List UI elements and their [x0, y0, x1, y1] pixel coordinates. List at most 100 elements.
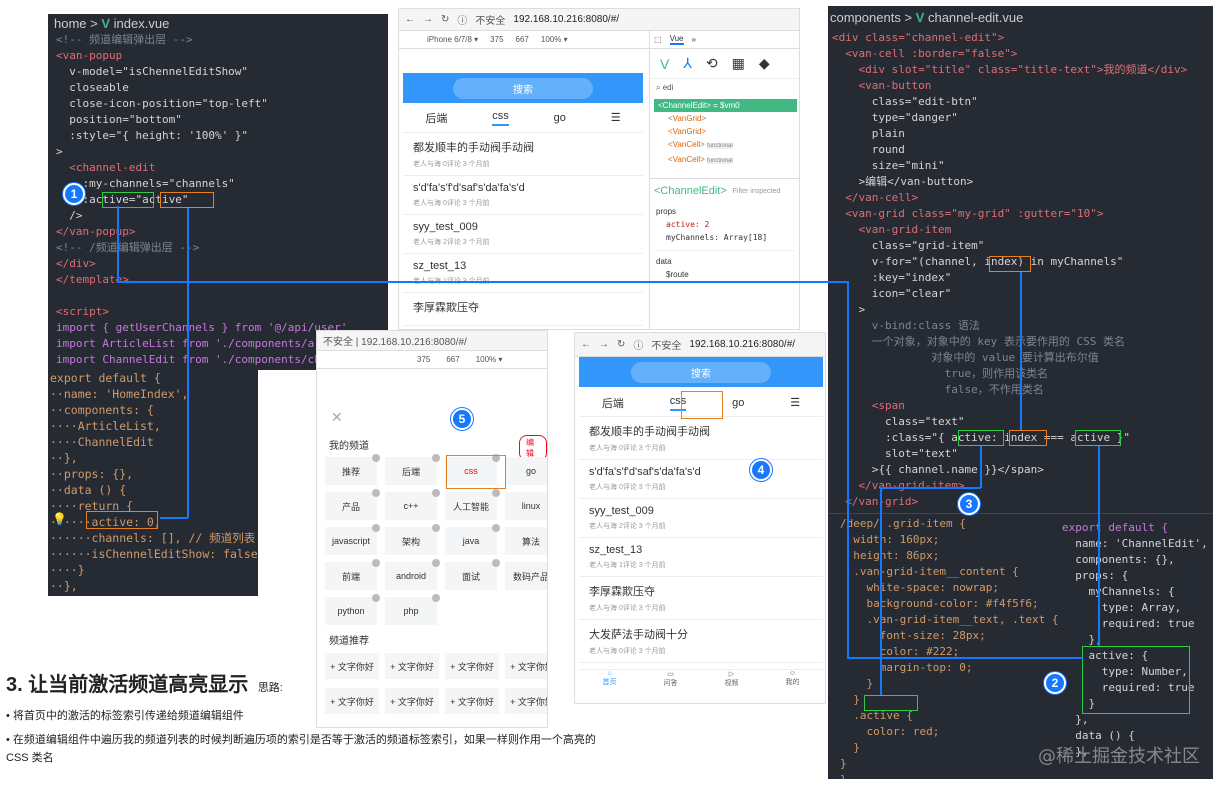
connector — [1020, 272, 1022, 430]
home-browser: ← → ↻ ⓘ 不安全 192.168.10.216:8080/#/ 搜索 后端… — [574, 332, 826, 704]
channel-item[interactable]: javascript — [325, 524, 380, 555]
channel-item[interactable]: c++ — [385, 489, 440, 520]
inspect-icon[interactable]: ⬚ — [654, 35, 662, 44]
zoom-select[interactable]: 100% ▾ — [541, 35, 568, 44]
article-meta: 老人与海 0评论 3 个月前 — [589, 484, 666, 491]
channel-item[interactable]: 产品 — [325, 489, 380, 520]
highlight-active-value — [160, 192, 214, 208]
code-line: class="text" — [832, 415, 965, 428]
inspector-header: <ChannelEdit> Filter inspected — [650, 178, 799, 203]
code-line: <van-grid-item — [832, 223, 952, 236]
router-icon[interactable]: ◆ — [759, 55, 770, 72]
tree-item[interactable]: <VanGrid> — [654, 112, 797, 125]
connector — [160, 517, 188, 519]
code-line: position="bottom" — [56, 113, 182, 126]
vuex-icon[interactable]: ▦ — [732, 55, 745, 72]
reload-icon[interactable]: ↻ — [441, 14, 449, 25]
popup-device-toolbar: 375 667 100% ▾ — [317, 351, 547, 369]
notes: 3. 让当前激活频道高亮显示 思路: • 将首页中的激活的标签索引传递给频道编辑… — [6, 668, 626, 767]
article-item[interactable]: syy_test_009 老人与海 2评论 3 个月前 — [579, 499, 823, 538]
tabbar-video[interactable]: ▷ 视频 — [725, 670, 739, 703]
tab-go[interactable]: go — [732, 397, 744, 409]
tree-item[interactable]: <VanCell> functional — [654, 153, 797, 168]
channel-item[interactable]: 面试 — [445, 559, 500, 590]
code-line: size="mini" — [832, 159, 945, 172]
channel-item[interactable]: 数码产品 — [505, 562, 547, 590]
tab-backend[interactable]: 后端 — [425, 110, 447, 126]
code-line: width: 160px; — [840, 533, 940, 546]
device-select[interactable]: iPhone 6/7/8 ▾ — [427, 35, 478, 44]
search-bar[interactable]: 搜索 — [579, 357, 823, 387]
article-item[interactable]: s'd'fa's'f'd'saf's'da'fa's'd 老人与海 0评论 3 个… — [579, 460, 823, 499]
article-item[interactable]: 都发顺丰的手动阀手动阀 老人与海 0评论 3 个月前 — [579, 417, 823, 460]
tree-selected[interactable]: <ChannelEdit> = $vm0 — [654, 99, 797, 112]
breadcrumb-file[interactable]: index.vue — [114, 16, 170, 31]
my-channels-title: 我的频道 — [329, 441, 369, 452]
tab-vue[interactable]: Vue — [669, 34, 684, 45]
channel-item[interactable]: 前端 — [325, 559, 380, 590]
tree-item[interactable]: <VanCell> functional — [654, 138, 797, 153]
code-line: <div slot="title" class="title-text">我的频… — [832, 63, 1188, 76]
popup-close-icon[interactable]: ✕ — [331, 409, 343, 426]
connector — [880, 487, 882, 695]
component-filter[interactable]: ⌕ edi — [650, 79, 799, 97]
lightbulb-icon[interactable]: 💡 — [52, 512, 67, 526]
channel-item[interactable]: 推荐 — [325, 454, 380, 485]
channel-item[interactable]: android — [385, 559, 440, 590]
channel-item[interactable]: 人工智能 — [445, 489, 500, 520]
tab-backend[interactable]: 后端 — [602, 395, 624, 411]
code-line: /> — [56, 209, 83, 222]
article-meta: 老人与海 2评论 3 个月前 — [589, 523, 666, 530]
left-script-editor: export default {··name: 'HomeIndex', ··co… — [48, 370, 258, 596]
article-item[interactable]: 大发萨法手动阀十分 老人与海 0评论 3 个月前 — [579, 620, 823, 663]
code-line: </van-grid-item> — [832, 479, 965, 492]
back-icon[interactable]: ← — [581, 339, 591, 350]
article-item[interactable]: s'd'fa's'f'd'saf's'da'fa's'd 老人与海 0评论 3 个… — [403, 176, 643, 215]
article-item[interactable]: sz_test_13老人与海 1评论 3 个月前 — [579, 538, 823, 577]
back-icon[interactable]: ← — [405, 14, 415, 25]
channel-item[interactable]: 架构 — [385, 524, 440, 555]
connector — [847, 281, 849, 658]
hamburger-icon[interactable]: ☰ — [611, 111, 621, 124]
code-line: ··components: { — [50, 403, 154, 417]
channel-item[interactable]: php — [385, 594, 440, 625]
channel-item[interactable]: 后端 — [385, 454, 440, 485]
info-icon: ⓘ — [457, 16, 468, 27]
highlight-index — [989, 256, 1031, 272]
popup-url[interactable]: 不安全 | 192.168.10.216:8080/#/ — [323, 333, 467, 348]
article-item[interactable]: 都发顺丰的手动阀手动阀 老人与海 0评论 3 个月前 — [403, 133, 643, 176]
code-line: <span — [832, 399, 905, 412]
tabbar-qa[interactable]: ▭ 问答 — [664, 670, 678, 703]
channel-item[interactable]: python — [325, 594, 380, 625]
more-tabs-icon[interactable]: » — [692, 35, 696, 44]
tab-css[interactable]: css — [492, 110, 509, 126]
tree-item[interactable]: <VanGrid> — [654, 125, 797, 138]
popup-urlbar: 不安全 | 192.168.10.216:8080/#/ — [317, 331, 547, 351]
channel-item[interactable]: linux — [505, 492, 547, 520]
components-icon[interactable]: ⅄ — [683, 55, 692, 72]
channel-item[interactable]: go — [505, 457, 547, 485]
article-title: s'd'fa's'f'd'saf's'da'fa's'd — [413, 182, 525, 194]
channel-item[interactable]: java — [445, 524, 500, 555]
history-icon[interactable]: ⟲ — [706, 55, 718, 72]
breadcrumb-home[interactable]: home — [54, 16, 87, 31]
article-item[interactable]: sz_test_13老人与海 1评论 3 个月前 — [403, 254, 643, 293]
article-item[interactable]: 李厚霖欺压夺 老人与海 0评论 3 个月前 — [579, 577, 823, 620]
tab-go[interactable]: go — [554, 112, 566, 124]
tabbar-mine[interactable]: ☺ 我的 — [786, 670, 800, 703]
reload-icon[interactable]: ↻ — [617, 339, 625, 350]
article-item[interactable]: 李厚霖欺压夺 — [403, 293, 643, 326]
channel-item[interactable]: 算法 — [505, 527, 547, 555]
forward-icon[interactable]: → — [599, 339, 609, 350]
article-title: sz_test_13 — [589, 544, 643, 556]
code-line: </van-cell> — [832, 191, 919, 204]
code-line: close-icon-position="top-left" — [56, 97, 268, 110]
article-item[interactable]: syy_test_009 老人与海 2评论 3 个月前 — [403, 215, 643, 254]
url-field[interactable]: 192.168.10.216:8080/#/ — [513, 14, 619, 25]
code-line: color: red; — [840, 725, 940, 738]
code-line: } — [840, 741, 860, 754]
url-field[interactable]: 192.168.10.216:8080/#/ — [689, 339, 795, 350]
forward-icon[interactable]: → — [423, 14, 433, 25]
hamburger-icon[interactable]: ☰ — [790, 396, 800, 409]
search-bar[interactable]: 搜索 — [403, 73, 643, 103]
